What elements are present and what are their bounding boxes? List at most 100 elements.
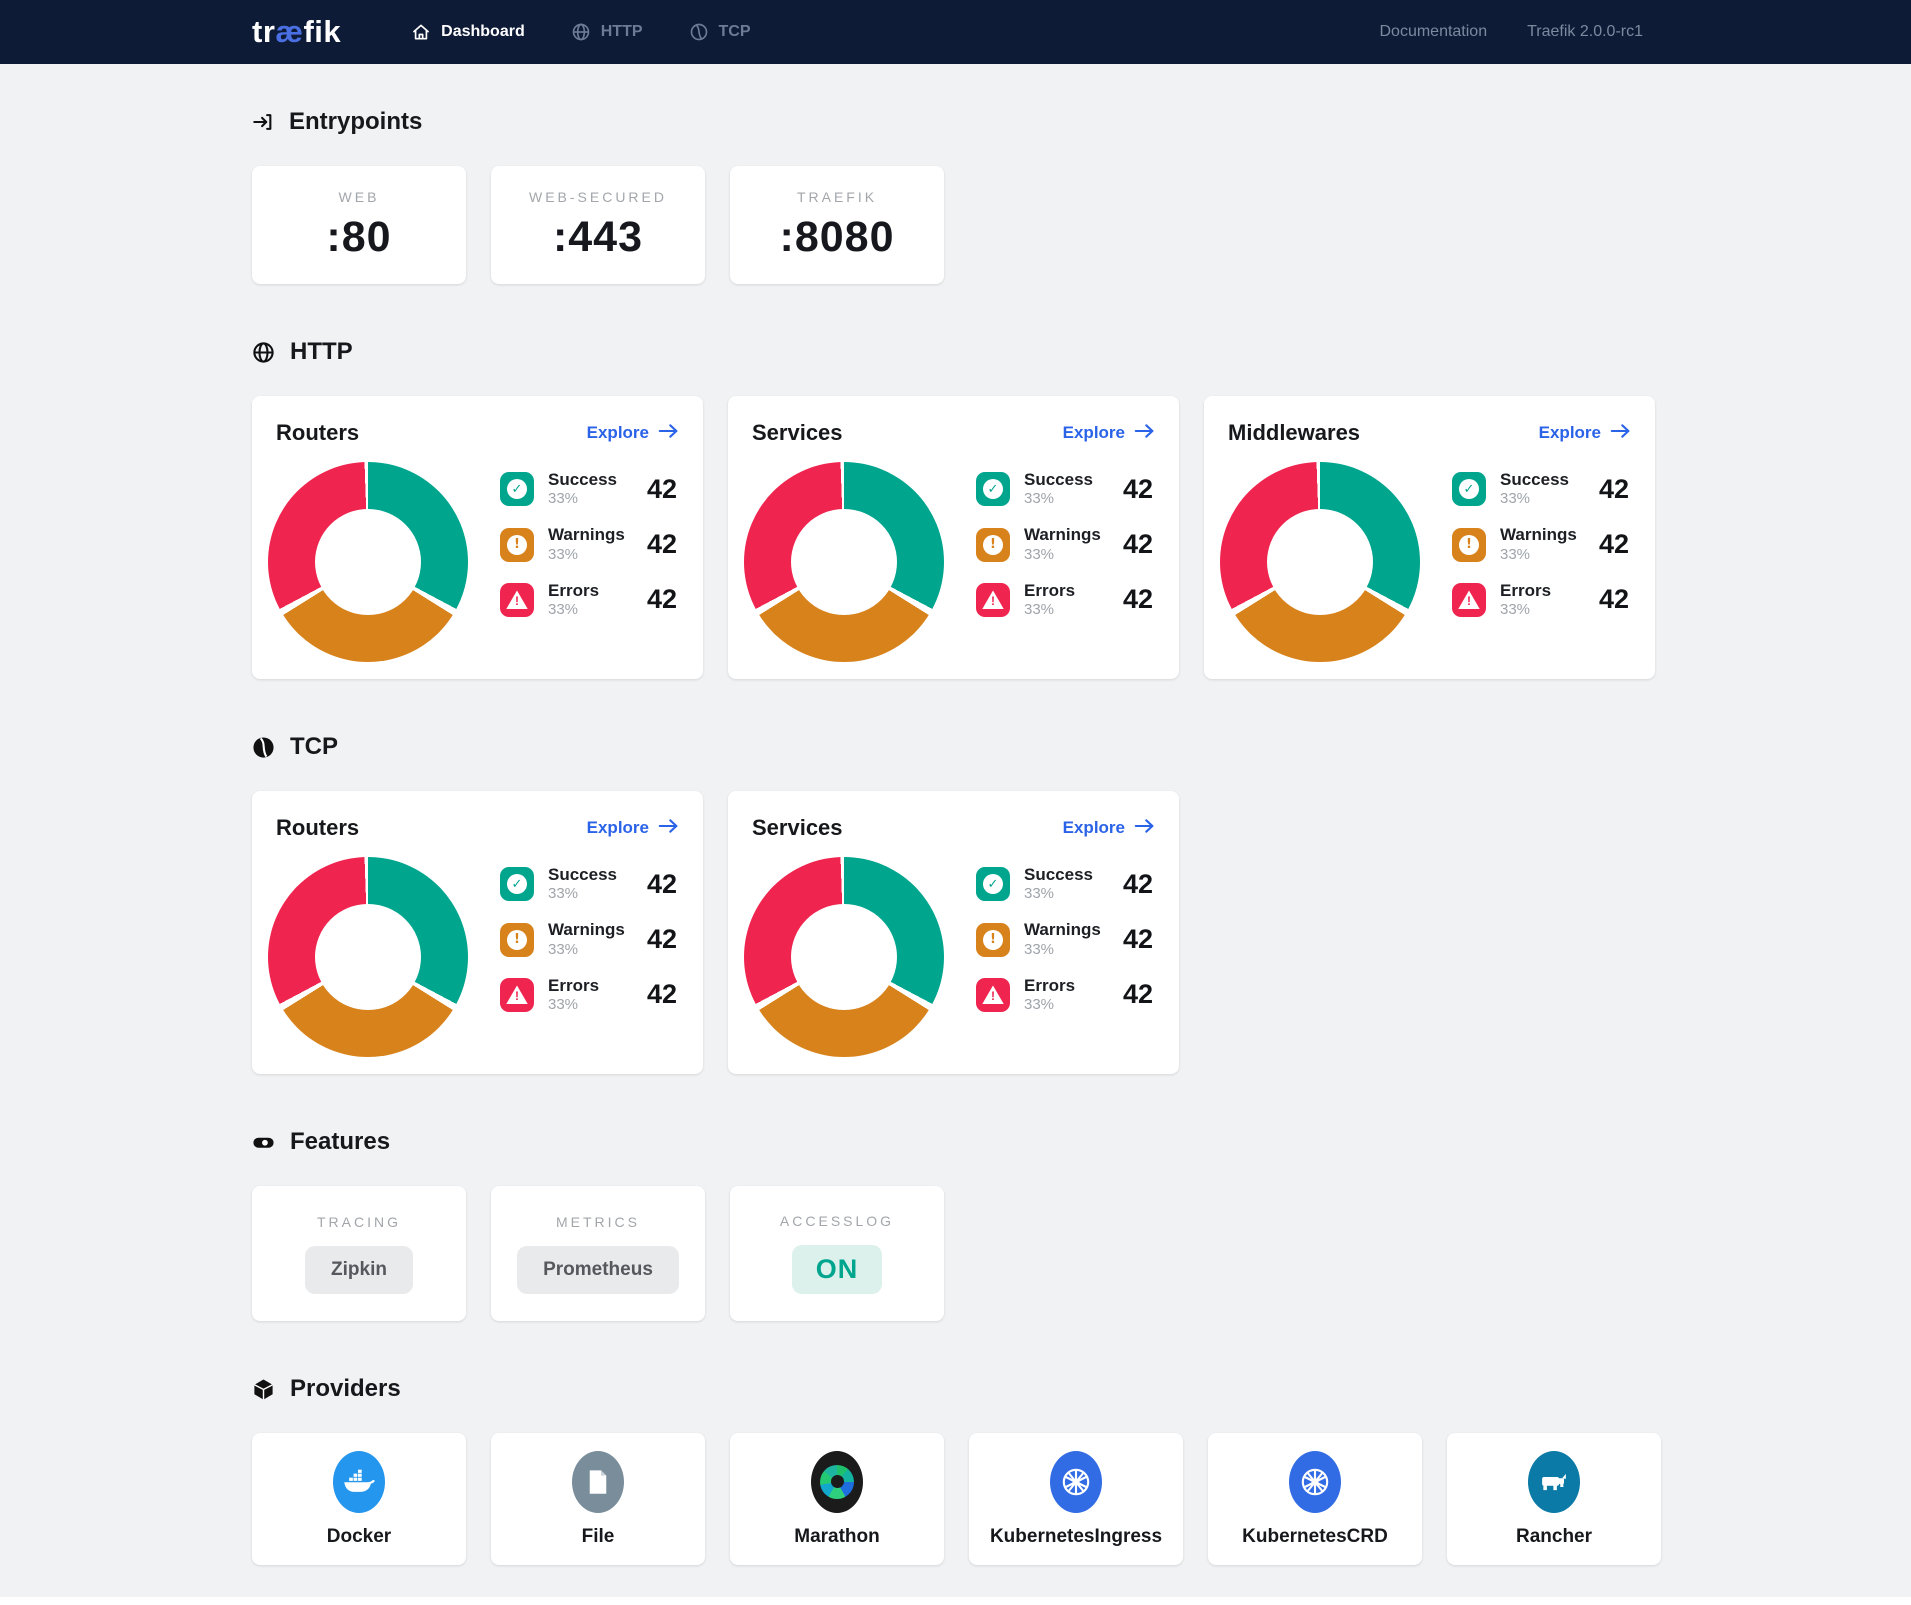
legend-count: 42 bbox=[1123, 529, 1155, 560]
success-check-icon: ✓ bbox=[500, 472, 534, 506]
legend-label: Warnings bbox=[1024, 525, 1101, 544]
rancher-logo-icon bbox=[1528, 1451, 1580, 1513]
kubernetes-logo-icon bbox=[1050, 1451, 1102, 1513]
http-services-card: Services Explore ✓ Success33% 42 bbox=[728, 396, 1179, 679]
legend-count: 42 bbox=[647, 529, 679, 560]
legend-percent: 33% bbox=[548, 601, 578, 618]
version-label: Traefik 2.0.0-rc1 bbox=[1527, 23, 1643, 41]
provider-name: KubernetesIngress bbox=[990, 1526, 1162, 1548]
nav-dashboard[interactable]: Dashboard bbox=[411, 22, 525, 42]
feature-name: METRICS bbox=[556, 1214, 640, 1230]
legend-count: 42 bbox=[1123, 474, 1155, 505]
nav-right: Documentation Traefik 2.0.0-rc1 bbox=[1379, 23, 1643, 41]
entrypoint-card-web-secured: WEB-SECURED :443 bbox=[491, 166, 705, 284]
feature-card-tracing: TRACING Zipkin bbox=[252, 1186, 466, 1321]
entrypoint-port: :443 bbox=[553, 213, 643, 262]
provider-name: File bbox=[582, 1526, 615, 1548]
status-legend: ✓ Success33% 42 ! Warnings33% 42 ! Error… bbox=[500, 865, 679, 1057]
legend-percent: 33% bbox=[1500, 546, 1530, 563]
globe-icon bbox=[252, 341, 275, 364]
entrypoint-name: WEB bbox=[339, 189, 380, 205]
legend-count: 42 bbox=[1123, 869, 1155, 900]
legend-percent: 33% bbox=[1024, 941, 1054, 958]
legend-label: Success bbox=[548, 865, 617, 884]
legend-row-success: ✓ Success33% 42 bbox=[976, 470, 1155, 508]
status-legend: ✓ Success33% 42 ! Warnings33% 42 ! Error… bbox=[1452, 470, 1631, 662]
legend-row-warnings: ! Warnings33% 42 bbox=[976, 525, 1155, 563]
marathon-logo-icon bbox=[811, 1451, 863, 1513]
provider-card-rancher: Rancher bbox=[1447, 1433, 1661, 1565]
success-check-icon: ✓ bbox=[500, 867, 534, 901]
feature-value-badge: Zipkin bbox=[305, 1246, 413, 1294]
legend-label: Success bbox=[1024, 470, 1093, 489]
card-title: Routers bbox=[276, 815, 359, 841]
legend-count: 42 bbox=[1123, 584, 1155, 615]
tcp-routers-status-donut bbox=[268, 857, 468, 1057]
legend-percent: 33% bbox=[1024, 546, 1054, 563]
http-header: HTTP bbox=[252, 338, 1680, 366]
arrow-right-icon bbox=[658, 423, 679, 444]
legend-count: 42 bbox=[647, 474, 679, 505]
legend-label: Errors bbox=[548, 976, 599, 995]
legend-percent: 33% bbox=[1024, 601, 1054, 618]
legend-label: Errors bbox=[1500, 581, 1551, 600]
entrypoint-name: WEB-SECURED bbox=[529, 189, 667, 205]
footer-strip bbox=[0, 1597, 1911, 1605]
http-title: HTTP bbox=[290, 338, 353, 366]
providers-section: Providers Docker File Marathon bbox=[252, 1375, 1680, 1565]
entrypoint-port: :8080 bbox=[780, 213, 895, 262]
explore-http-services-link[interactable]: Explore bbox=[1063, 423, 1155, 444]
legend-label: Success bbox=[1024, 865, 1093, 884]
legend-count: 42 bbox=[647, 924, 679, 955]
legend-percent: 33% bbox=[1024, 996, 1054, 1013]
legend-count: 42 bbox=[1123, 924, 1155, 955]
warning-exclamation-icon: ! bbox=[1452, 528, 1486, 562]
legend-percent: 33% bbox=[1024, 885, 1054, 902]
documentation-link[interactable]: Documentation bbox=[1379, 23, 1487, 41]
warning-exclamation-icon: ! bbox=[500, 528, 534, 562]
legend-count: 42 bbox=[647, 979, 679, 1010]
traefik-logo[interactable]: træfik bbox=[252, 14, 341, 50]
legend-row-warnings: ! Warnings33% 42 bbox=[1452, 525, 1631, 563]
explore-tcp-routers-link[interactable]: Explore bbox=[587, 818, 679, 839]
dashboard-content: Entrypoints WEB :80 WEB-SECURED :443 TRA… bbox=[0, 64, 1680, 1605]
legend-row-errors: ! Errors33% 42 bbox=[976, 581, 1155, 619]
arrow-right-icon bbox=[1134, 423, 1155, 444]
entrypoints-title: Entrypoints bbox=[289, 108, 422, 136]
logo-text: fik bbox=[303, 14, 341, 49]
card-title: Middlewares bbox=[1228, 420, 1360, 446]
legend-row-success: ✓ Success33% 42 bbox=[500, 865, 679, 903]
legend-count: 42 bbox=[647, 584, 679, 615]
warning-exclamation-icon: ! bbox=[976, 923, 1010, 957]
status-legend: ✓ Success33% 42 ! Warnings33% 42 ! Error… bbox=[500, 470, 679, 662]
legend-row-errors: ! Errors33% 42 bbox=[976, 976, 1155, 1014]
entrypoints-icon bbox=[252, 111, 274, 133]
entrypoint-card-traefik: TRAEFIK :8080 bbox=[730, 166, 944, 284]
tcp-ball-icon bbox=[689, 22, 709, 42]
explore-http-middlewares-link[interactable]: Explore bbox=[1539, 423, 1631, 444]
feature-card-accesslog: ACCESSLOG ON bbox=[730, 1186, 944, 1321]
legend-percent: 33% bbox=[548, 996, 578, 1013]
status-legend: ✓ Success33% 42 ! Warnings33% 42 ! Error… bbox=[976, 470, 1155, 662]
legend-row-success: ✓ Success33% 42 bbox=[500, 470, 679, 508]
explore-label: Explore bbox=[1063, 423, 1125, 443]
nav-dashboard-label: Dashboard bbox=[441, 23, 525, 41]
http-routers-status-donut bbox=[268, 462, 468, 662]
provider-name: Marathon bbox=[794, 1526, 880, 1548]
legend-percent: 33% bbox=[548, 885, 578, 902]
nav-tcp-label: TCP bbox=[719, 23, 751, 41]
globe-icon bbox=[571, 22, 591, 42]
feature-card-metrics: METRICS Prometheus bbox=[491, 1186, 705, 1321]
legend-row-errors: ! Errors33% 42 bbox=[500, 581, 679, 619]
nav-tcp[interactable]: TCP bbox=[689, 22, 751, 42]
nav-http[interactable]: HTTP bbox=[571, 22, 643, 42]
tcp-section: TCP Routers Explore ✓ Succes bbox=[252, 733, 1680, 1074]
provider-card-file: File bbox=[491, 1433, 705, 1565]
legend-row-errors: ! Errors33% 42 bbox=[1452, 581, 1631, 619]
legend-percent: 33% bbox=[548, 546, 578, 563]
explore-tcp-services-link[interactable]: Explore bbox=[1063, 818, 1155, 839]
explore-http-routers-link[interactable]: Explore bbox=[587, 423, 679, 444]
docker-logo-icon bbox=[333, 1451, 385, 1513]
legend-count: 42 bbox=[647, 869, 679, 900]
file-logo-icon bbox=[572, 1451, 624, 1513]
